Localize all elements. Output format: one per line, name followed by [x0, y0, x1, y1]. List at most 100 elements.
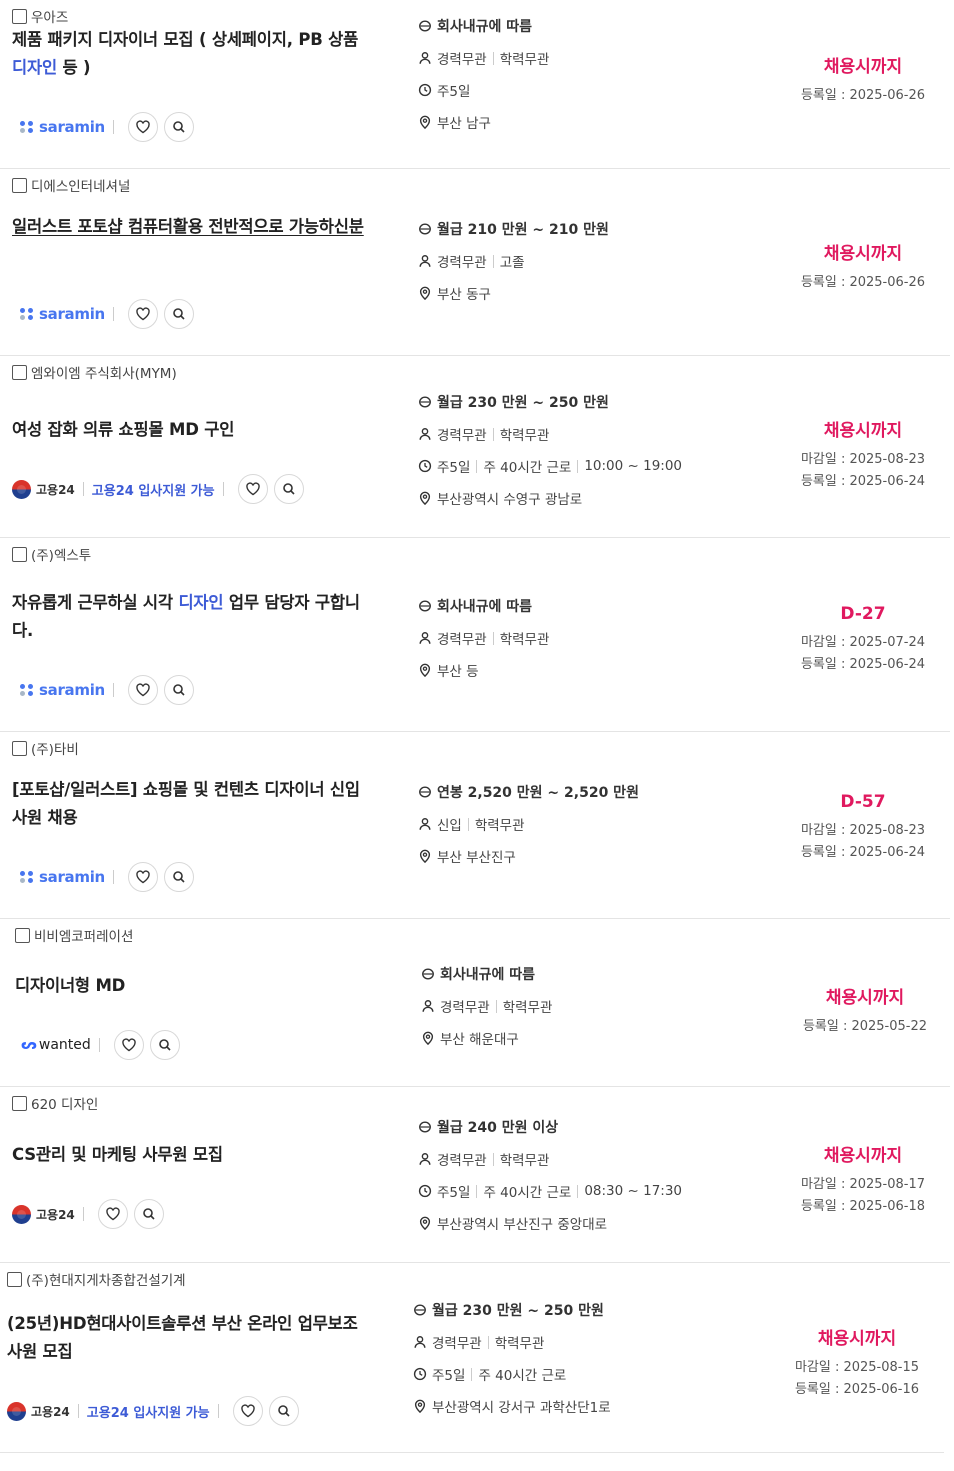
salary-icon — [419, 1121, 431, 1133]
salary-row: 월급 230 만원 ~ 250 만원 — [413, 1294, 611, 1326]
job-card[interactable]: (주)현대지게차종합건설기계 (25년)HD현대사이트솔루션 부산 온라인 업무보… — [0, 1263, 944, 1453]
clock-icon — [418, 459, 432, 473]
job-card[interactable]: (주)타비 [포토샵/일러스트] 쇼핑몰 및 컨텐츠 디자이너 신입사원 채용 sa… — [0, 732, 950, 919]
registered-date: 등록일 : 2025-05-22 — [802, 1019, 928, 1034]
favorite-button[interactable] — [97, 1199, 128, 1229]
source-row: 고용24 — [12, 1199, 164, 1229]
requirement-text: 학력무관 — [499, 632, 550, 648]
select-checkbox[interactable] — [12, 740, 27, 756]
location-pin-icon — [419, 491, 431, 505]
job-main: (주)엑스투자유롭게 근무하실 시각 디자인 업무 담당자 구합니다. saram… — [12, 544, 372, 732]
search-button[interactable] — [133, 1199, 164, 1229]
search-button[interactable] — [268, 1396, 299, 1426]
divider — [217, 1404, 219, 1418]
select-checkbox[interactable] — [12, 1095, 27, 1111]
job-dates: 채용시까지 마감일 : 2025-08-23 등록일 : 2025-06-24 — [783, 416, 943, 493]
apply-available-link[interactable]: 고용24 입사지원 가능 — [87, 1402, 210, 1421]
requirement-text: 고졸 — [499, 255, 525, 271]
goyong24-logo-text: 고용24 — [36, 482, 75, 497]
select-checkbox[interactable] — [7, 1271, 22, 1287]
job-card[interactable]: 비비엠코퍼레이션 디자이너형 MD ᔕ wanted 회사내규에 따름 경력무관 학력무관 부… — [0, 919, 950, 1087]
company-name[interactable]: 620 디자인 — [31, 1093, 98, 1113]
source-row: saramin — [12, 112, 194, 142]
job-title-keyword: 디자인 — [12, 58, 57, 77]
location-row: 부산 해운대구 — [421, 1022, 552, 1054]
goyong24-logo: 고용24 — [12, 1204, 75, 1224]
heart-icon — [122, 1038, 136, 1052]
company-name[interactable]: 비비엠코퍼레이션 — [34, 925, 133, 945]
favorite-button[interactable] — [113, 1030, 144, 1060]
job-title-text: [포토샵/일러스트] 쇼핑몰 및 컨텐츠 디자이너 신입사원 채용 — [12, 780, 360, 827]
person-icon — [419, 428, 431, 440]
salary-row: 회사내규에 따름 — [418, 590, 549, 622]
job-card[interactable]: 620 디자인 CS관리 및 마케팅 사무원 모집고용24 월급 240 만원 이상… — [0, 1087, 950, 1263]
search-button[interactable] — [163, 862, 194, 892]
job-title[interactable]: 일러스트 포토샵 컴퓨터활용 전반적으로 가능하신분 — [12, 213, 372, 241]
saramin-logo: saramin — [20, 681, 105, 699]
job-card[interactable]: 우아즈 제품 패키지 디자이너 모집 ( 상세페이지, PB 상품 디자인 등 )… — [0, 0, 950, 169]
company-name[interactable]: (주)현대지게차종합건설기계 — [26, 1269, 186, 1289]
company-name[interactable]: 우아즈 — [31, 6, 68, 26]
company-name[interactable]: (주)엑스투 — [31, 544, 91, 564]
apply-available-link[interactable]: 고용24 입사지원 가능 — [92, 480, 215, 499]
company-row: 디에스인터네셔널 — [12, 175, 372, 195]
job-title-text: 여성 잡화 의류 쇼핑몰 MD 구인 — [12, 420, 235, 439]
favorite-button[interactable] — [127, 862, 158, 892]
favorite-button[interactable] — [232, 1396, 263, 1426]
salary-text: 회사내규에 따름 — [437, 599, 533, 615]
job-conditions: 월급 240 만원 이상 경력무관 학력무관 주5일 주 40시간 근로 08:30 ~ … — [418, 1111, 682, 1239]
select-checkbox[interactable] — [12, 546, 27, 562]
goyong24-logo: 고용24 — [7, 1401, 70, 1421]
search-button[interactable] — [163, 675, 194, 705]
select-checkbox[interactable] — [12, 364, 27, 380]
location-pin-icon — [419, 286, 431, 300]
deadline-label: 채용시까지 — [823, 421, 903, 441]
job-title[interactable]: 여성 잡화 의류 쇼핑몰 MD 구인 — [12, 416, 372, 444]
search-button[interactable] — [163, 112, 194, 142]
select-checkbox[interactable] — [12, 8, 27, 24]
requirement-row: 경력무관 고졸 — [418, 245, 609, 277]
location-row: 부산광역시 부산진구 중앙대로 — [418, 1207, 682, 1239]
divider — [112, 307, 114, 321]
select-checkbox[interactable] — [12, 177, 27, 193]
company-name[interactable]: (주)타비 — [31, 738, 79, 758]
job-title-text: 자유롭게 근무하실 시각 — [12, 593, 179, 612]
salary-icon — [419, 786, 431, 798]
favorite-button[interactable] — [127, 675, 158, 705]
divider — [82, 482, 84, 496]
search-icon — [173, 684, 185, 696]
heart-icon — [245, 482, 260, 496]
requirement-row: 신입 학력무관 — [418, 808, 639, 840]
clock-icon — [418, 83, 432, 97]
company-name[interactable]: 엠와이엠 주식회사(MYM) — [31, 362, 177, 382]
requirement-row: 경력무관 학력무관 — [421, 990, 552, 1022]
search-button[interactable] — [149, 1030, 180, 1060]
favorite-button[interactable] — [127, 112, 158, 142]
location-text: 부산광역시 수영구 광남로 — [437, 492, 583, 508]
favorite-button[interactable] — [127, 299, 158, 329]
job-title-text: 일러스트 포토샵 컴퓨터활용 전반적으로 가능하신분 — [12, 217, 364, 236]
requirement-text: 경력무관 — [432, 1336, 482, 1352]
search-button[interactable] — [163, 299, 194, 329]
job-title[interactable]: CS관리 및 마케팅 사무원 모집 — [12, 1141, 372, 1169]
job-title[interactable]: 제품 패키지 디자이너 모집 ( 상세페이지, PB 상품 디자인 등 ) — [12, 26, 372, 82]
job-card[interactable]: 디에스인터네셔널일러스트 포토샵 컴퓨터활용 전반적으로 가능하신분 sarami… — [0, 169, 950, 356]
job-title[interactable]: 디자이너형 MD — [15, 972, 375, 1000]
job-title-keyword: 디자인 — [178, 593, 224, 612]
location-row: 부산광역시 강서구 과학산단1로 — [413, 1390, 611, 1422]
select-checkbox[interactable] — [15, 927, 30, 943]
company-name[interactable]: 디에스인터네셔널 — [31, 175, 130, 195]
requirement-row: 경력무관 학력무관 — [413, 1326, 611, 1358]
search-button[interactable] — [273, 474, 304, 504]
source-row: saramin — [12, 299, 194, 329]
search-icon — [142, 1208, 155, 1220]
job-title-text: 제품 패키지 디자이너 모집 ( 상세페이지, PB 상품 — [12, 30, 359, 49]
job-title[interactable]: [포토샵/일러스트] 쇼핑몰 및 컨텐츠 디자이너 신입사원 채용 — [12, 776, 372, 832]
divider — [222, 482, 224, 496]
job-title[interactable]: (25년)HD현대사이트솔루션 부산 온라인 업무보조 사원 모집 — [7, 1310, 367, 1366]
job-card[interactable]: (주)엑스투자유롭게 근무하실 시각 디자인 업무 담당자 구합니다. saram… — [0, 538, 950, 732]
job-title[interactable]: 자유롭게 근무하실 시각 디자인 업무 담당자 구합니다. — [12, 589, 372, 645]
divider — [577, 1184, 579, 1198]
job-card[interactable]: 엠와이엠 주식회사(MYM) 여성 잡화 의류 쇼핑몰 MD 구인고용24 고용24… — [0, 356, 950, 538]
favorite-button[interactable] — [237, 474, 268, 504]
